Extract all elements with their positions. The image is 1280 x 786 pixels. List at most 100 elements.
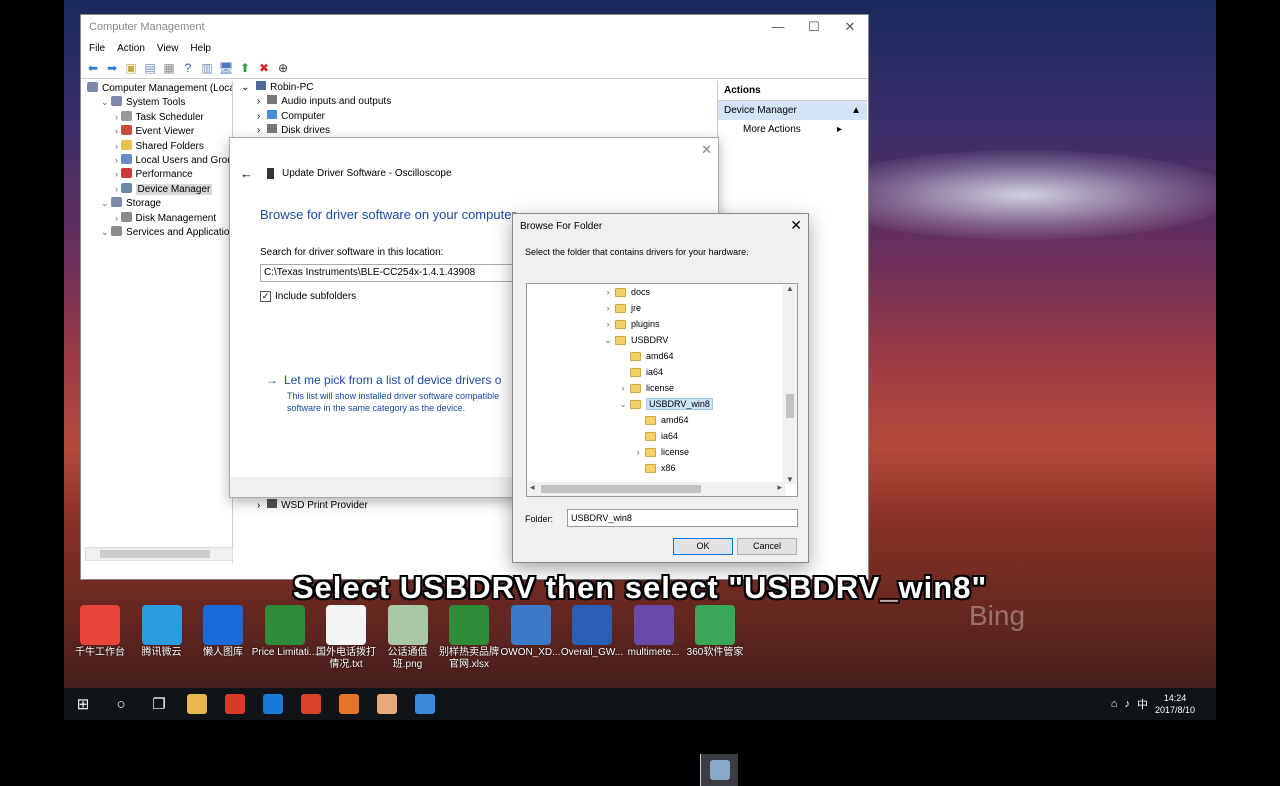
desktop-icon[interactable]: 别样热卖品牌官网.xlsx [435,605,503,671]
expand-icon[interactable]: › [601,319,615,329]
scroll-left-icon[interactable]: ◂ [530,482,535,493]
maximize-icon[interactable]: ☐ [796,19,832,35]
menu-file[interactable]: File [89,43,105,54]
pick-driver-link[interactable]: → Let me pick from a list of device drive… [266,373,501,387]
properties-icon[interactable]: ▦ [161,60,177,76]
scroll-right-icon[interactable]: ▸ [777,482,782,493]
taskbar-search-icon[interactable]: ○ [102,688,140,720]
device-item[interactable]: › WSD Print Provider [241,499,368,513]
taskbar-app-files-icon[interactable] [406,688,444,720]
expand-icon[interactable]: › [616,383,630,393]
expand-icon[interactable]: ⌄ [616,399,630,410]
back-icon[interactable]: ⬅ [85,60,101,76]
taskbar-app-red-icon[interactable] [216,688,254,720]
desktop-icon[interactable]: 公话通值班.png [374,605,442,671]
ok-button[interactable]: OK [673,538,733,555]
folder-tree-hscroll[interactable]: ◂ ▸ [527,482,785,496]
view-icon[interactable]: ▥ [199,60,215,76]
tree-item[interactable]: › Disk Management [83,211,232,225]
menu-action[interactable]: Action [117,43,145,54]
desktop-icon[interactable]: 国外电话拨打情况.txt [312,605,380,671]
taskbar-start-icon[interactable]: ⊞ [64,688,102,720]
forward-icon[interactable]: ➡ [104,60,120,76]
taskbar-app-face-icon[interactable] [368,688,406,720]
close-icon[interactable]: ✕ [701,142,712,158]
expand-icon[interactable]: › [601,303,615,313]
scroll-down-icon[interactable]: ▼ [783,475,797,484]
taskbar-firefox-icon[interactable] [330,688,368,720]
desktop-icon[interactable]: 懒人图库 [189,605,257,659]
desktop-icon[interactable]: Overall_GW... [558,605,626,659]
device-item[interactable]: › Computer [241,109,715,124]
menu-help[interactable]: Help [190,43,211,54]
close-icon[interactable]: ✕ [790,217,802,234]
taskbar-file-explorer-icon[interactable] [178,688,216,720]
folder-item[interactable]: › license [631,444,690,460]
folder-item[interactable]: ⌄ USBDRV_win8 [616,396,713,412]
folder-input[interactable]: USBDRV_win8 [567,509,798,527]
expand-icon[interactable]: › [601,287,615,297]
menu-view[interactable]: View [157,43,179,54]
tree-item[interactable]: › Device Manager [83,182,232,196]
tree-item[interactable]: › Shared Folders [83,139,232,153]
expand-icon[interactable]: › [631,447,645,457]
folder-tree-vscroll[interactable]: ▲ ▼ [783,284,797,484]
folder-item[interactable]: › jre [601,300,642,316]
minimize-icon[interactable]: — [760,19,796,35]
cancel-button[interactable]: Cancel [737,538,797,555]
desktop-icon[interactable]: multimete... [620,605,688,659]
taskbar-computer-management-icon[interactable] [700,754,738,786]
device-root[interactable]: ⌄ Robin-PC [241,81,715,95]
include-subfolders-checkbox[interactable]: ✓ Include subfolders [260,291,356,302]
folder-item[interactable]: ⌄ USBDRV [601,332,668,348]
language-indicator[interactable]: 中 [1137,696,1148,712]
folder-item[interactable]: ia64 [631,428,678,444]
more-actions[interactable]: More Actions ▸ [718,120,867,139]
folder-item[interactable]: x86 [631,460,676,476]
tree-item[interactable]: ⌄ System Tools [83,95,232,109]
monitor-icon[interactable]: 🖥 [218,60,234,76]
desktop-icon[interactable]: 腾讯微云 [128,605,196,659]
folder-item[interactable]: amd64 [616,348,674,364]
folder-item[interactable]: › license [616,380,675,396]
scan-icon[interactable]: ⊕ [275,60,291,76]
tree-item[interactable]: › Task Scheduler [83,110,232,124]
uninstall-icon[interactable]: ✖ [256,60,272,76]
desktop-icon[interactable]: 360软件管家 [681,605,749,659]
actions-device-manager[interactable]: Device Manager ▲ [718,101,867,120]
volume-icon[interactable]: ♪ [1124,698,1130,710]
search-location-label: Search for driver software in this locat… [260,247,444,258]
folder-icon [630,367,641,377]
folder-item[interactable]: amd64 [631,412,689,428]
desktop-icon[interactable]: Price Limitati... [251,605,319,659]
close-icon[interactable]: ✕ [832,19,868,35]
taskbar-app-orange-icon[interactable] [292,688,330,720]
desktop-icon[interactable]: OWON_XD... [497,605,565,659]
tree-item[interactable]: ⌄ Services and Applications [83,225,232,239]
taskbar-edge-icon[interactable] [254,688,292,720]
network-icon[interactable]: ⌂ [1111,698,1118,710]
up-folder-icon[interactable]: ▣ [123,60,139,76]
clock[interactable]: 14:24 2017/8/10 [1155,692,1195,716]
back-arrow-icon[interactable]: ← [240,166,253,181]
tree-item[interactable]: › Performance [83,167,232,181]
update-driver-icon[interactable]: ⬆ [237,60,253,76]
folder-item[interactable]: › plugins [601,316,660,332]
app-icon [633,605,674,645]
tree-scrollbar[interactable] [85,547,233,561]
scroll-up-icon[interactable]: ▲ [783,284,797,293]
tree-item[interactable]: ⌄ Storage [83,196,232,210]
driver-path-input[interactable]: C:\Texas Instruments\BLE-CC254x-1.4.1.43… [260,264,530,282]
folder-tree[interactable]: › docs › jre › plugins ⌄ USBDRV amd64 ia64 › licens… [526,283,798,497]
taskbar-task-view-icon[interactable]: ❐ [140,688,178,720]
tree-item[interactable]: Computer Management (Local [83,81,232,95]
help-icon[interactable]: ? [180,60,196,76]
desktop-icon[interactable]: 千牛工作台 [66,605,134,659]
tree-item[interactable]: › Event Viewer [83,124,232,138]
folder-item[interactable]: › docs [601,284,651,300]
expand-icon[interactable]: ⌄ [601,335,615,346]
folder-item[interactable]: ia64 [616,364,663,380]
show-hide-tree-icon[interactable]: ▤ [142,60,158,76]
tree-item[interactable]: › Local Users and Groups [83,153,232,167]
device-item[interactable]: › Audio inputs and outputs [241,95,715,109]
